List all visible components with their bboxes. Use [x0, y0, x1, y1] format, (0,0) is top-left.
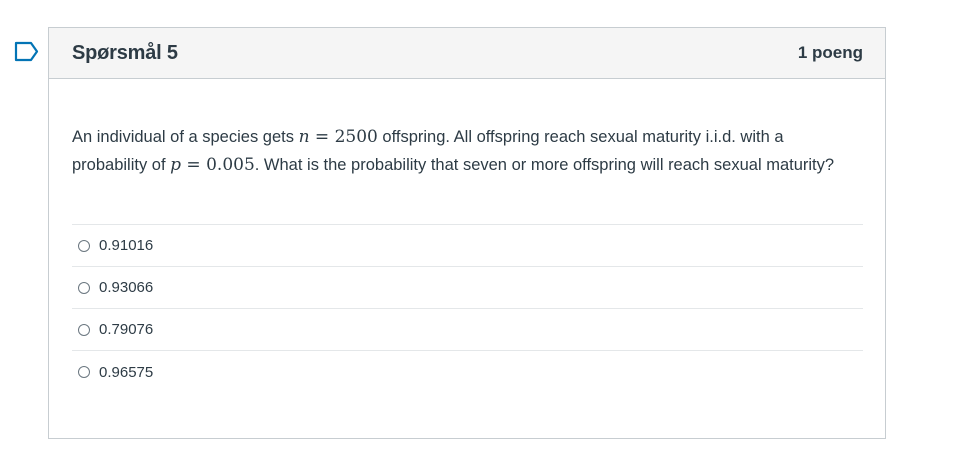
answer-option[interactable]: 0.96575	[72, 351, 863, 393]
question-text-part: An individual of a species gets	[72, 128, 299, 146]
answer-list: 0.91016 0.93066 0.79076 0.96575	[72, 224, 863, 393]
question-card: Spørsmål 5 1 poeng An individual of a sp…	[48, 27, 886, 439]
math-value-n: 2500	[334, 127, 378, 147]
question-text: An individual of a species gets n = 2500…	[72, 124, 862, 179]
question-title: Spørsmål 5	[72, 41, 178, 64]
math-value-p: 0.005	[206, 154, 255, 175]
math-var-n: n	[298, 127, 310, 147]
math-expression-n: n = 2500	[299, 127, 378, 147]
answer-label[interactable]: 0.91016	[99, 237, 153, 254]
radio-button[interactable]	[78, 323, 90, 336]
math-equals: =	[181, 154, 207, 175]
answer-label[interactable]: 0.93066	[99, 279, 153, 296]
answer-option[interactable]: 0.91016	[72, 225, 863, 267]
answer-label[interactable]: 0.96575	[99, 364, 153, 381]
math-var-p: p	[170, 154, 182, 175]
question-header: Spørsmål 5 1 poeng	[49, 28, 885, 79]
answer-option[interactable]: 0.79076	[72, 309, 863, 351]
radio-button[interactable]	[78, 239, 90, 252]
math-equals: =	[309, 127, 335, 147]
radio-button[interactable]	[78, 366, 90, 378]
math-expression-p: p = 0.005	[170, 155, 255, 175]
radio-button[interactable]	[78, 281, 90, 294]
question-body: An individual of a species gets n = 2500…	[49, 79, 885, 393]
answer-label[interactable]: 0.79076	[99, 321, 153, 338]
question-text-part: . What is the probability that seven or …	[254, 155, 835, 174]
answer-option[interactable]: 0.93066	[72, 267, 863, 309]
question-points: 1 poeng	[797, 43, 863, 62]
flag-question-icon[interactable]	[14, 41, 39, 62]
